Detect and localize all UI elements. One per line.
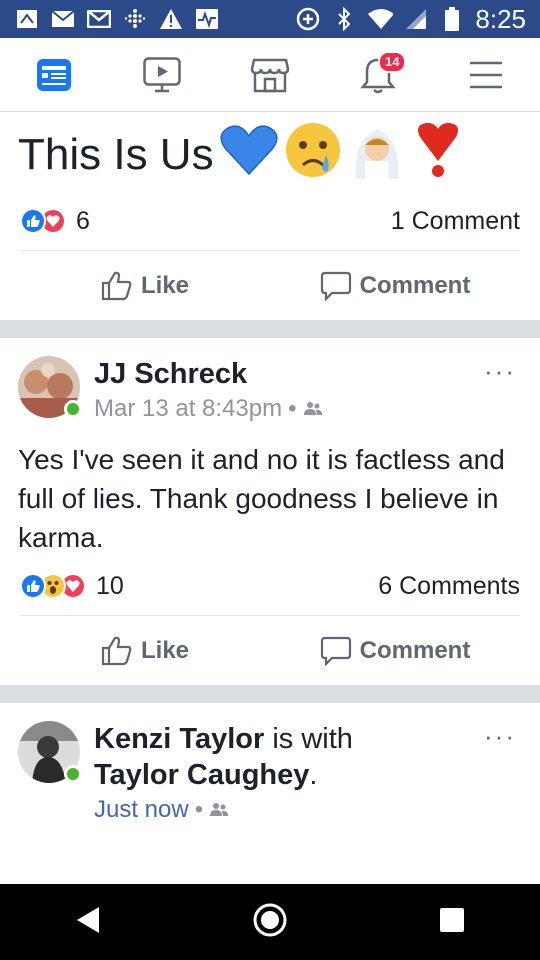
status-bar: 8:25 [0,0,540,38]
nav-news-feed[interactable] [24,45,84,105]
like-reaction-icon [20,208,46,234]
comment-label: Comment [359,271,471,299]
reaction-summary[interactable]: 6 1 Comment [0,192,540,250]
tagged-name[interactable]: Taylor Caughey [94,759,309,791]
signal-icon [403,8,429,30]
with-text: is with [272,723,353,755]
comment-bubble-icon [320,636,351,666]
post-this-is-us: This Is Us 6 1 Comment Like Comment [0,112,540,320]
meta-separator: • [288,395,297,422]
more-options-button[interactable]: ··· [484,356,516,387]
reaction-count: 6 [76,206,90,235]
wifi-icon [367,8,394,30]
friends-audience-icon [303,402,322,415]
author-name[interactable]: JJ Schreck [94,356,323,392]
period: . [309,759,318,791]
nav-marketplace[interactable] [240,45,300,105]
notification-badge: 14 [378,50,407,73]
top-nav: 14 [0,38,540,112]
feed-divider [0,685,540,703]
post-timestamp[interactable]: Just now [94,793,189,827]
blue-heart-icon [220,124,278,187]
nav-watch[interactable] [132,45,192,105]
bride-icon [348,121,406,190]
back-icon[interactable] [75,905,101,940]
post-timestamp[interactable]: Mar 13 at 8:43pm [94,392,282,426]
like-button[interactable]: Like [20,271,270,301]
post-header: Kenzi Taylor is with Taylor Caughey. Jus… [0,721,540,827]
nav-menu[interactable] [456,45,516,105]
post-header: JJ Schreck Mar 13 at 8:43pm • ··· [0,356,540,426]
comment-count[interactable]: 1 Comment [391,207,520,236]
gmail-icon [86,8,112,30]
home-icon[interactable] [252,902,288,943]
post-actions: Like Comment [20,615,520,685]
reaction-icons [20,208,66,234]
comment-label: Comment [359,636,471,664]
thumbs-up-icon [101,271,132,300]
comment-bubble-icon [320,271,351,301]
avatar[interactable] [18,356,82,418]
avatar[interactable] [18,721,82,783]
app-icon [14,8,40,30]
comment-count[interactable]: 6 Comments [378,572,520,601]
like-label: Like [140,636,190,664]
feed-divider [0,320,540,338]
meta-separator: • [194,796,204,823]
marketplace-icon [251,58,289,92]
post-meta: Just now • [94,793,353,827]
author-line: Kenzi Taylor is with Taylor Caughey. [94,721,353,793]
exclamation-icon [412,121,464,190]
activity-icon [194,8,220,30]
fitbit-icon [122,8,148,30]
system-nav-bar [0,884,540,960]
like-button[interactable]: Like [20,636,270,666]
recents-icon[interactable] [439,907,465,938]
online-indicator [64,400,82,418]
warning-icon [158,8,184,30]
post-meta: Mar 13 at 8:43pm • [94,392,323,426]
online-indicator [64,765,82,783]
post-title-text: This Is Us [18,130,214,179]
watch-icon [143,56,181,92]
reaction-icons [20,573,86,599]
reaction-summary[interactable]: 10 6 Comments [0,557,540,615]
post-body: Yes I've seen it and no it is factless a… [18,444,505,553]
comment-button[interactable]: Comment [270,636,520,666]
more-options-button[interactable]: ··· [484,721,516,752]
data-saver-icon [295,7,321,31]
like-label: Like [140,271,190,299]
mail-icon [50,8,76,30]
author-name[interactable]: Kenzi Taylor [94,723,264,755]
comment-button[interactable]: Comment [270,271,520,301]
like-reaction-icon [20,573,46,599]
news-feed-icon [37,58,71,91]
battery-icon [439,7,465,31]
thumbs-up-icon [101,636,132,665]
bluetooth-icon [331,7,357,31]
news-feed: This Is Us 6 1 Comment Like Comment JJ S… [0,112,540,827]
reaction-count: 10 [96,571,124,600]
crying-face-icon [284,121,342,190]
post-actions: Like Comment [20,250,520,320]
nav-notifications[interactable]: 14 [348,45,408,105]
post-kenzi-taylor: Kenzi Taylor is with Taylor Caughey. Jus… [0,703,540,827]
clock: 8:25 [475,3,526,34]
menu-icon [470,61,502,88]
post-jj-schreck: JJ Schreck Mar 13 at 8:43pm • ··· Yes I'… [0,338,540,685]
friends-audience-icon [210,803,229,816]
post-title: This Is Us [0,112,540,192]
